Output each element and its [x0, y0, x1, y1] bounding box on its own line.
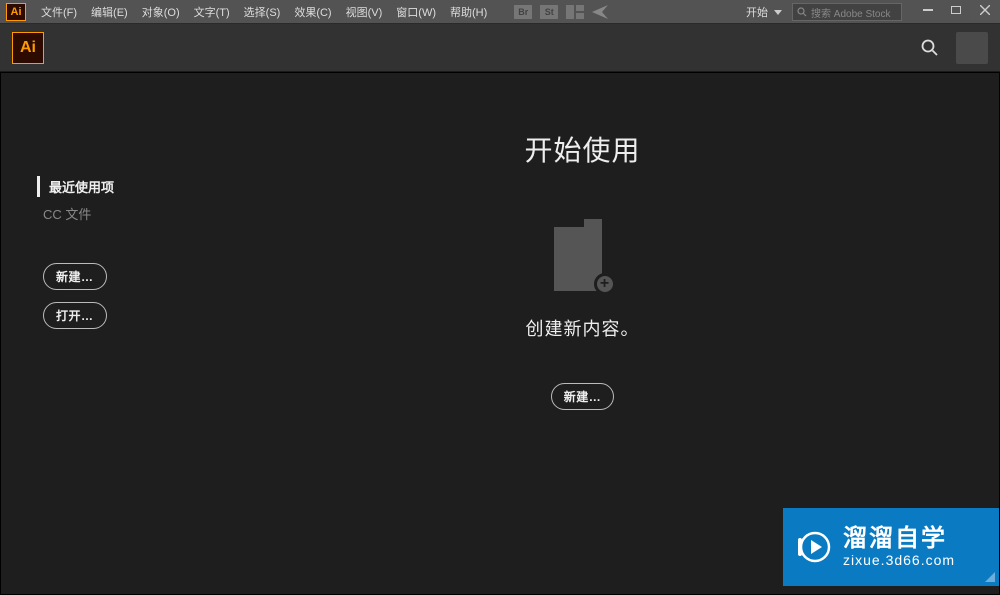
watermark-subtitle: zixue.3d66.com — [843, 553, 955, 568]
page-subtitle: 创建新内容。 — [526, 315, 640, 341]
watermark-banner: 溜溜自学 zixue.3d66.com — [783, 508, 999, 586]
open-button[interactable]: 打开… — [43, 302, 107, 329]
new-button[interactable]: 新建… — [43, 263, 107, 290]
menubar-right: 开始 搜索 Adobe Stock — [740, 0, 1000, 24]
menu-window[interactable]: 窗口(W) — [389, 0, 443, 24]
chevron-down-icon — [774, 10, 782, 15]
menu-help[interactable]: 帮助(H) — [443, 0, 494, 24]
profile-avatar[interactable] — [956, 32, 988, 64]
workspace-label: 开始 — [746, 4, 768, 20]
sidebar-item-cc-files[interactable]: CC 文件 — [43, 200, 166, 227]
toolbar: Ai — [0, 24, 1000, 72]
sync-icon[interactable] — [592, 5, 608, 19]
sidebar-actions: 新建… 打开… — [43, 263, 166, 329]
arrange-docs-icon[interactable] — [566, 5, 584, 19]
menubar-app-icons: Br St — [514, 5, 608, 19]
menu-file[interactable]: 文件(F) — [34, 0, 84, 24]
new-document-icon: + — [554, 219, 612, 291]
window-controls — [914, 0, 1000, 24]
start-workspace: 最近使用项 CC 文件 新建… 打开… 开始使用 + 创建新内容。 新建… 溜溜… — [0, 72, 1000, 595]
maximize-button[interactable] — [942, 0, 970, 20]
watermark-text: 溜溜自学 zixue.3d66.com — [843, 526, 955, 568]
app-logo-large: Ai — [12, 32, 44, 64]
menu-text[interactable]: 文字(T) — [187, 0, 237, 24]
page-title: 开始使用 — [524, 129, 640, 169]
search-button[interactable] — [916, 34, 944, 62]
plus-icon: + — [594, 273, 616, 295]
start-sidebar: 最近使用项 CC 文件 新建… 打开… — [1, 73, 166, 594]
minimize-button[interactable] — [914, 0, 942, 20]
watermark-logo-icon — [797, 529, 833, 565]
sidebar-item-recent[interactable]: 最近使用项 — [43, 173, 166, 200]
bridge-icon[interactable]: Br — [514, 5, 532, 19]
menu-object[interactable]: 对象(O) — [135, 0, 187, 24]
close-button[interactable] — [970, 0, 1000, 20]
workspace-dropdown[interactable]: 开始 — [740, 3, 788, 21]
search-icon — [797, 7, 807, 17]
menu-effect[interactable]: 效果(C) — [287, 0, 338, 24]
search-icon — [921, 39, 939, 57]
search-placeholder: 搜索 Adobe Stock — [811, 5, 890, 20]
stock-search-box[interactable]: 搜索 Adobe Stock — [792, 3, 902, 21]
menu-view[interactable]: 视图(V) — [339, 0, 390, 24]
watermark-title: 溜溜自学 — [843, 526, 955, 552]
menu-edit[interactable]: 编辑(E) — [84, 0, 135, 24]
app-logo-small: Ai — [6, 3, 26, 21]
stock-icon[interactable]: St — [540, 5, 558, 19]
menubar: Ai 文件(F) 编辑(E) 对象(O) 文字(T) 选择(S) 效果(C) 视… — [0, 0, 1000, 24]
menu-select[interactable]: 选择(S) — [237, 0, 288, 24]
watermark-corner-icon — [985, 572, 995, 582]
create-new-button[interactable]: 新建… — [551, 383, 615, 410]
